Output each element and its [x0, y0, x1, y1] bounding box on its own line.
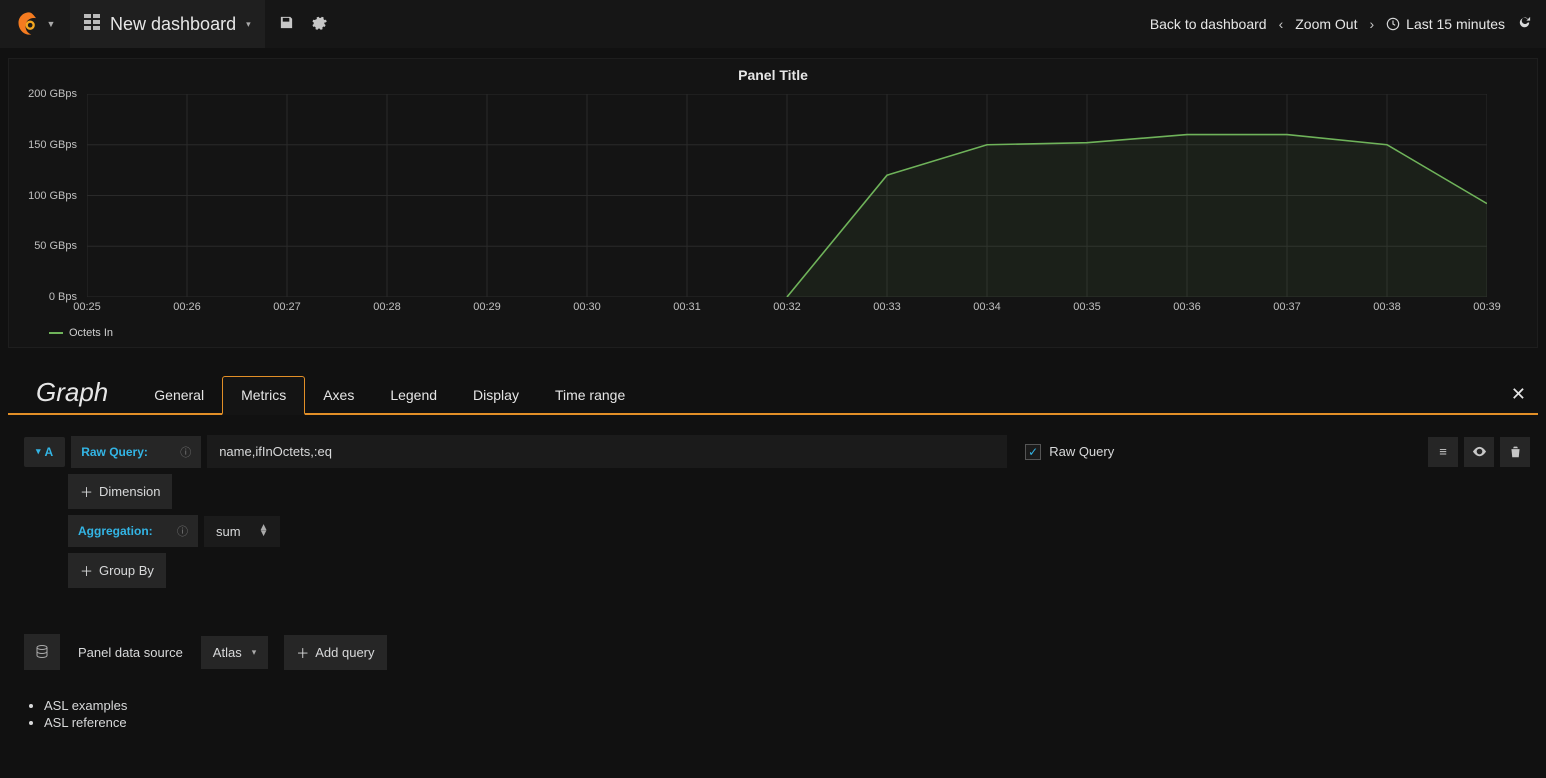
raw-query-checkbox[interactable]: ✓ Raw Query: [1025, 444, 1114, 460]
raw-query-checkbox-label: Raw Query: [1049, 444, 1114, 459]
top-bar: ▼ New dashboard ▾ Back to dashboard ‹ Zo…: [0, 0, 1546, 48]
dashboard-title-picker[interactable]: New dashboard ▾: [70, 0, 265, 48]
chevron-down-icon: ▼: [47, 19, 56, 29]
zoom-out-button[interactable]: Zoom Out: [1295, 16, 1357, 32]
x-tick-label: 00:25: [73, 301, 101, 313]
eye-icon[interactable]: [1464, 437, 1494, 467]
legend-series-label: Octets In: [69, 327, 113, 339]
x-tick-label: 00:33: [873, 301, 901, 313]
editor-tab-list: GeneralMetricsAxesLegendDisplayTime rang…: [136, 376, 643, 413]
add-groupby-button[interactable]: ＋ Group By: [68, 553, 166, 588]
metrics-editor-body: ▾ A Raw Query: ⓘ ✓ Raw Query ≡ ＋ Dimensi…: [24, 435, 1538, 730]
database-icon[interactable]: [24, 634, 60, 670]
query-sub-rows: ＋ Dimension Aggregation: ⓘ sum ▲▼ ＋ Grou…: [68, 474, 1538, 588]
tab-legend[interactable]: Legend: [372, 377, 455, 413]
x-tick-label: 00:31: [673, 301, 701, 313]
x-axis-ticks: 00:2500:2600:2700:2800:2900:3000:3100:32…: [87, 301, 1487, 317]
help-link[interactable]: ASL examples: [44, 698, 1538, 713]
close-editor-icon[interactable]: ✕: [1511, 384, 1538, 405]
chevron-right-icon[interactable]: ›: [1369, 16, 1374, 32]
y-tick-label: 200 GBps: [28, 88, 77, 100]
x-tick-label: 00:27: [273, 301, 301, 313]
aggregation-row: Aggregation: ⓘ sum ▲▼: [68, 515, 1538, 547]
back-to-dashboard-link[interactable]: Back to dashboard: [1150, 16, 1267, 32]
x-tick-label: 00:34: [973, 301, 1001, 313]
help-link[interactable]: ASL reference: [44, 715, 1538, 730]
chevron-left-icon[interactable]: ‹: [1279, 16, 1284, 32]
y-tick-label: 100 GBps: [28, 190, 77, 202]
time-range-picker[interactable]: Last 15 minutes: [1386, 16, 1505, 32]
raw-query-input[interactable]: [207, 435, 1007, 468]
save-icon[interactable]: [279, 15, 294, 34]
query-letter-toggle[interactable]: ▾ A: [24, 437, 65, 467]
legend-color-swatch: [49, 332, 63, 334]
query-tools: ≡: [1428, 437, 1538, 467]
x-tick-label: 00:35: [1073, 301, 1101, 313]
tab-metrics[interactable]: Metrics: [222, 376, 305, 415]
x-tick-label: 00:29: [473, 301, 501, 313]
logo-menu[interactable]: ▼: [0, 0, 70, 48]
datasource-select[interactable]: Atlas ▾: [201, 636, 268, 669]
add-query-button[interactable]: ＋ Add query: [284, 635, 386, 670]
panel-type-label: Graph: [8, 377, 136, 412]
chevron-down-icon: ▾: [252, 647, 257, 658]
grafana-logo-icon: [15, 10, 43, 38]
top-right-controls: Back to dashboard ‹ Zoom Out › Last 15 m…: [1150, 15, 1546, 34]
add-dimension-button[interactable]: ＋ Dimension: [68, 474, 172, 509]
plus-icon: ＋: [80, 482, 93, 501]
raw-query-label: Raw Query:: [81, 445, 148, 459]
dashboard-grid-icon: [84, 14, 100, 35]
help-links: ASL examples ASL reference: [30, 698, 1538, 730]
tab-time-range[interactable]: Time range: [537, 377, 643, 413]
dimension-button-label: Dimension: [99, 484, 160, 499]
y-tick-label: 50 GBps: [34, 240, 77, 252]
x-tick-label: 00:37: [1273, 301, 1301, 313]
refresh-icon[interactable]: [1517, 15, 1532, 34]
info-icon[interactable]: ⓘ: [177, 523, 188, 539]
y-axis-ticks: 0 Bps50 GBps100 GBps150 GBps200 GBps: [9, 94, 83, 297]
add-query-label: Add query: [315, 645, 374, 660]
x-tick-label: 00:30: [573, 301, 601, 313]
trash-icon[interactable]: [1500, 437, 1530, 467]
x-tick-label: 00:39: [1473, 301, 1501, 313]
tab-display[interactable]: Display: [455, 377, 537, 413]
tab-axes[interactable]: Axes: [305, 377, 372, 413]
aggregation-value: sum: [216, 524, 241, 539]
raw-query-label-cell: Raw Query: ⓘ: [71, 436, 201, 468]
top-actions: [265, 15, 327, 34]
aggregation-label-cell: Aggregation: ⓘ: [68, 515, 198, 547]
dashboard-name: New dashboard: [110, 14, 236, 35]
chart-plot-area[interactable]: [87, 94, 1487, 297]
aggregation-select[interactable]: sum ▲▼: [204, 516, 280, 547]
query-letter: A: [45, 445, 54, 459]
aggregation-label: Aggregation:: [78, 524, 153, 538]
y-tick-label: 150 GBps: [28, 139, 77, 151]
plus-icon: ＋: [80, 561, 93, 580]
datasource-row: Panel data source Atlas ▾ ＋ Add query: [24, 634, 1538, 670]
time-range-label: Last 15 minutes: [1406, 16, 1505, 32]
x-tick-label: 00:36: [1173, 301, 1201, 313]
chevron-down-icon: ▾: [36, 446, 41, 457]
plus-icon: ＋: [296, 643, 309, 662]
query-row-a: ▾ A Raw Query: ⓘ ✓ Raw Query ≡: [24, 435, 1538, 468]
x-tick-label: 00:26: [173, 301, 201, 313]
datasource-value: Atlas: [213, 645, 242, 660]
clock-icon: [1386, 17, 1400, 31]
tab-general[interactable]: General: [136, 377, 222, 413]
gear-icon[interactable]: [312, 15, 327, 34]
chart-legend[interactable]: Octets In: [49, 327, 113, 339]
graph-panel: Panel Title 0 Bps50 GBps100 GBps150 GBps…: [8, 58, 1538, 348]
panel-title: Panel Title: [9, 59, 1537, 83]
x-tick-label: 00:32: [773, 301, 801, 313]
panel-editor-tabs: Graph GeneralMetricsAxesLegendDisplayTim…: [8, 376, 1538, 415]
groupby-button-label: Group By: [99, 563, 154, 578]
menu-icon[interactable]: ≡: [1428, 437, 1458, 467]
datasource-label: Panel data source: [68, 637, 193, 668]
chevron-down-icon: ▾: [246, 19, 251, 30]
x-tick-label: 00:28: [373, 301, 401, 313]
select-updown-icon: ▲▼: [259, 525, 269, 537]
x-tick-label: 00:38: [1373, 301, 1401, 313]
checkbox-checked-icon: ✓: [1025, 444, 1041, 460]
info-icon[interactable]: ⓘ: [180, 444, 191, 460]
